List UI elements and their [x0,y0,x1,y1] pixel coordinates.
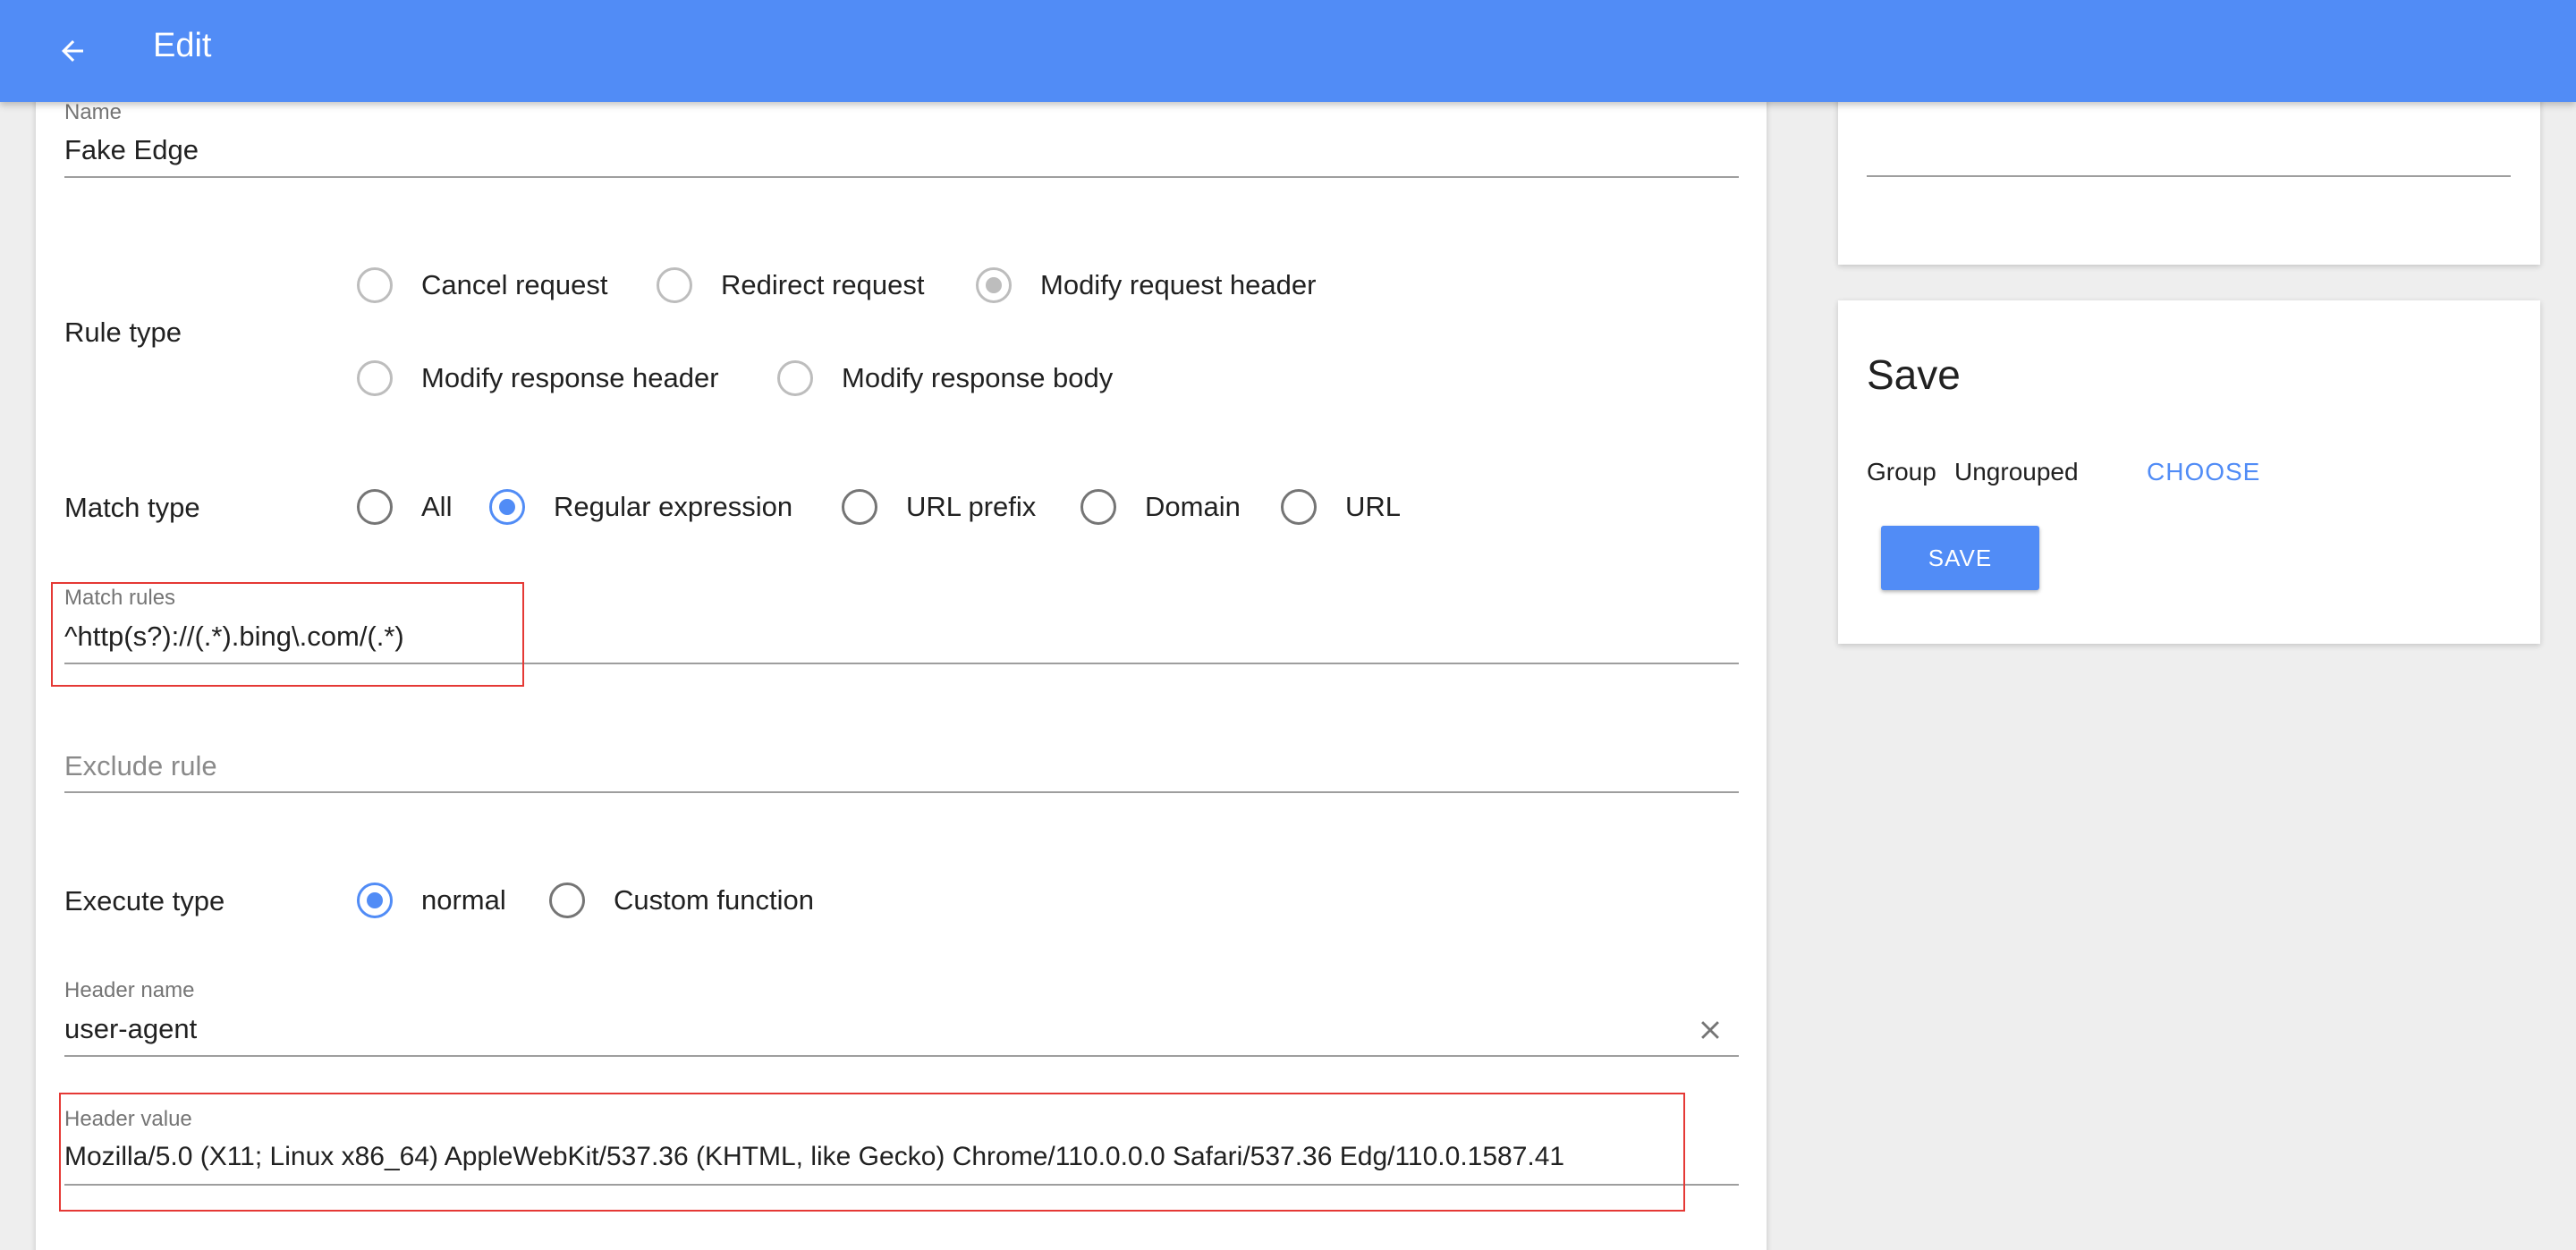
radio-execute-custom-function[interactable]: Custom function [549,883,814,918]
radio-match-url-prefix[interactable]: URL prefix [842,489,1036,525]
match-rules-input[interactable]: ^http(s?)://(.*).bing\.com/(.*) [64,621,404,653]
radio-circle [357,489,393,525]
radio-label: normal [421,884,506,916]
header-name-underline [64,1055,1739,1057]
name-label: Name [64,100,123,124]
radio-circle [842,489,877,525]
radio-circle [777,360,813,396]
radio-match-all[interactable]: All [357,489,452,525]
arrow-left-icon [62,40,83,62]
radio-circle [1080,489,1116,525]
header-value-label: Header value [64,1107,192,1131]
radio-cancel-request[interactable]: Cancel request [357,267,608,303]
radio-circle [489,489,525,525]
rule-type-label: Rule type [64,317,182,348]
radio-label: Domain [1145,491,1241,522]
radio-circle [357,883,393,918]
radio-circle [1281,489,1317,525]
radio-label: Modify response body [842,362,1114,393]
radio-label: Cancel request [421,269,608,300]
match-type-label: Match type [64,492,200,523]
exclude-rule-input[interactable]: Exclude rule [64,750,217,782]
header-value-underline [64,1184,1739,1186]
match-rules-label: Match rules [64,586,176,610]
exclude-rule-underline [64,791,1739,793]
name-underline [64,176,1739,178]
radio-label: Custom function [614,884,814,916]
rule-form-card: Name Fake Edge Rule type Cancel request … [36,89,1767,1250]
radio-execute-normal[interactable]: normal [357,883,506,918]
radio-match-url[interactable]: URL [1281,489,1401,525]
app-bar: Edit [0,0,2576,102]
radio-match-regex[interactable]: Regular expression [489,489,792,525]
save-button[interactable]: SAVE [1881,526,2039,590]
radio-modify-response-header[interactable]: Modify response header [357,360,719,396]
radio-label: Modify response header [421,362,719,393]
radio-label: Redirect request [721,269,925,300]
choose-group-button[interactable]: CHOOSE [2147,458,2260,486]
back-button[interactable] [41,20,104,82]
match-rules-underline [64,663,1739,664]
execute-type-label: Execute type [64,885,225,916]
header-name-input[interactable]: user-agent [64,1013,197,1045]
name-input[interactable]: Fake Edge [64,134,199,166]
group-label: Group [1867,458,1936,486]
header-value-input[interactable]: Mozilla/5.0 (X11; Linux x86_64) AppleWeb… [64,1142,1564,1172]
radio-label: All [421,491,453,522]
radio-label: Modify request header [1040,269,1317,300]
save-card-title: Save [1867,351,1961,398]
side-field-underline [1867,175,2511,177]
radio-label: Regular expression [554,491,793,522]
side-card-top [1838,89,2540,265]
radio-circle [976,267,1012,303]
radio-circle [657,267,692,303]
close-icon [1701,1021,1719,1039]
radio-match-domain[interactable]: Domain [1080,489,1241,525]
radio-modify-response-body[interactable]: Modify response body [777,360,1113,396]
group-value: Ungrouped [1954,458,2079,486]
header-name-label: Header name [64,978,195,1002]
page-title: Edit [153,27,212,64]
radio-label: URL prefix [906,491,1037,522]
save-card: Save Group Ungrouped CHOOSE SAVE [1838,300,2540,644]
clear-header-name-button[interactable] [1690,1010,1730,1050]
radio-circle [357,267,393,303]
radio-label: URL [1345,491,1402,522]
radio-redirect-request[interactable]: Redirect request [657,267,924,303]
radio-circle [549,883,585,918]
radio-circle [357,360,393,396]
radio-modify-request-header[interactable]: Modify request header [976,267,1316,303]
